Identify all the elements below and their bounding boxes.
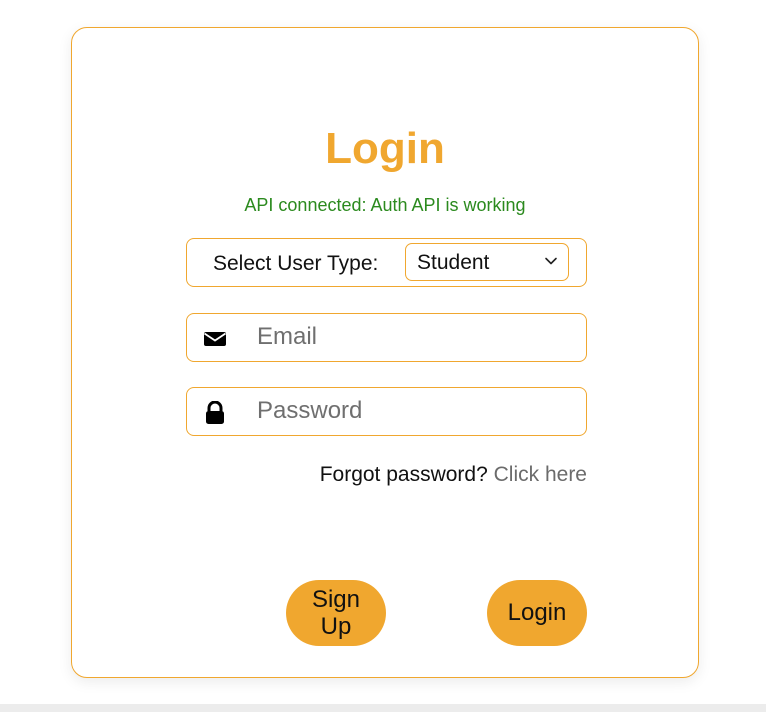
lock-icon [206,401,224,424]
sign-up-button-label: Sign Up [311,586,361,640]
forgot-password-link[interactable]: Click here [494,463,587,486]
email-field [186,313,587,362]
email-input[interactable] [257,322,567,352]
page-bottom-strip [0,704,766,712]
forgot-password-text: Forgot password? [319,463,494,486]
login-button[interactable]: Login [487,580,587,646]
user-type-label: Select User Type: [213,252,379,275]
chevron-down-icon [545,257,557,265]
user-type-row: Select User Type: Student [186,238,587,287]
envelope-icon [204,332,226,346]
api-status-message: API connected: Auth API is working [244,195,526,215]
sign-up-button[interactable]: Sign Up [286,580,386,646]
user-type-select[interactable]: Student [405,243,569,281]
password-field [186,387,587,436]
page-title: Login [325,124,445,173]
forgot-password-row: Forgot password? Click here [72,463,587,487]
password-input[interactable] [257,396,567,426]
login-card: Login API connected: Auth API is working… [71,27,699,678]
page: Login API connected: Auth API is working… [0,0,766,704]
user-type-selected-value: Student [417,251,490,274]
